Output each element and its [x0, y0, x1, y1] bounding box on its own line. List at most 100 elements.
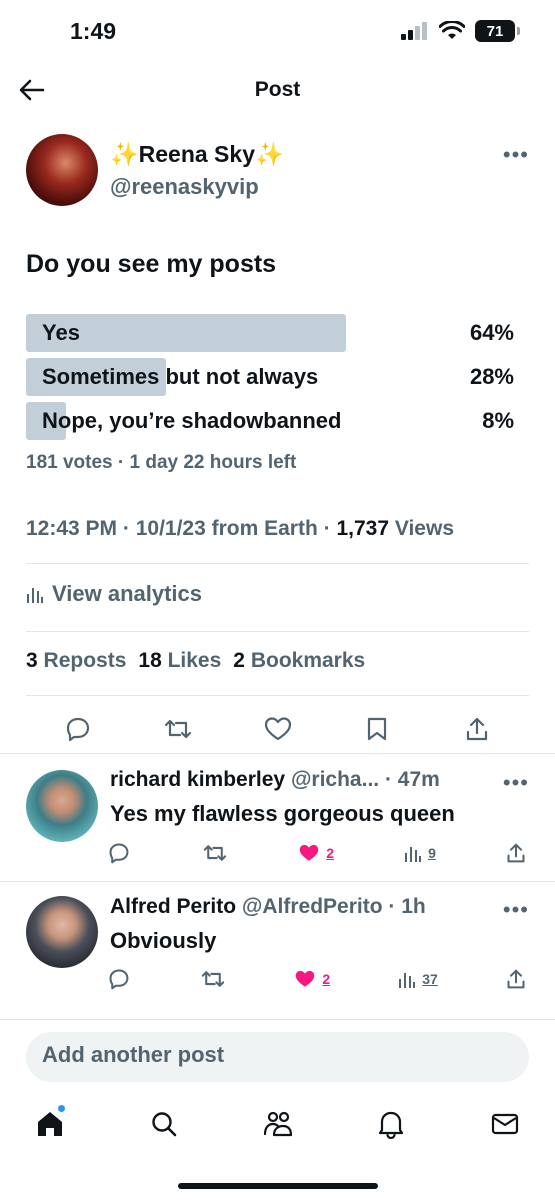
analytics-icon — [405, 847, 422, 862]
home-icon — [38, 1112, 62, 1136]
status-icons: 71 — [401, 20, 520, 42]
reply-text: Obviously — [110, 928, 217, 953]
repost-button[interactable] — [202, 842, 228, 864]
share-icon — [507, 969, 525, 989]
post-text: Do you see my posts — [26, 250, 277, 278]
bottom-tab-bar — [30, 1104, 525, 1144]
mail-icon — [491, 1113, 519, 1135]
tab-search[interactable] — [144, 1104, 184, 1144]
divider — [26, 563, 529, 564]
more-dots-icon[interactable]: ••• — [503, 897, 529, 923]
reposts-count: 3 — [26, 649, 38, 672]
views-button[interactable]: 9 — [404, 844, 436, 862]
poll-option-percent: 28% — [469, 364, 514, 389]
tab-communities[interactable] — [258, 1104, 298, 1144]
post-timestamp: 12:43 PM · 10/1/23 from Earth · 1,737 Vi… — [26, 517, 454, 541]
author-avatar[interactable] — [26, 134, 98, 206]
bookmarks-stat[interactable]: 2 Bookmarks — [233, 649, 365, 673]
post-stats: 3 Reposts 18 Likes 2 Bookmarks — [26, 649, 365, 673]
reposts-stat[interactable]: 3 Reposts — [26, 649, 126, 673]
add-post-input[interactable]: Add another post — [26, 1032, 529, 1082]
reply-action-bar: 2 37 — [108, 968, 530, 990]
more-dots-icon[interactable]: ••• — [503, 142, 529, 168]
battery-icon: 71 — [475, 20, 520, 42]
poll-option: Yes 64% — [26, 314, 514, 352]
bookmark-button[interactable] — [349, 711, 405, 747]
more-dots-icon[interactable]: ••• — [503, 770, 529, 796]
views-count: 37 — [422, 971, 438, 987]
divider — [26, 695, 529, 696]
repost-button[interactable] — [200, 968, 226, 990]
poll-option: Nope, you’re shadowbanned 8% — [26, 402, 514, 440]
poll-option-label: Nope, you’re shadowbanned — [42, 408, 342, 433]
heart-icon — [299, 844, 319, 861]
status-time: 1:49 — [70, 18, 117, 44]
heart-icon — [264, 717, 291, 741]
views-count: 9 — [428, 845, 436, 861]
like-count: 2 — [326, 845, 334, 861]
repost-button[interactable] — [150, 711, 206, 747]
like-count: 2 — [322, 971, 331, 987]
share-button[interactable] — [449, 711, 505, 747]
poll-option-label: Yes — [42, 320, 80, 345]
views-label: Views — [389, 517, 455, 540]
like-button[interactable] — [250, 711, 306, 747]
home-notification-dot — [57, 1104, 66, 1113]
share-button[interactable] — [506, 968, 530, 990]
reply-author-name[interactable]: Alfred Perito — [110, 895, 236, 918]
tab-home[interactable] — [30, 1104, 70, 1144]
home-indicator — [178, 1183, 378, 1189]
bookmarks-count: 2 — [233, 649, 245, 672]
reply-button[interactable] — [108, 842, 132, 864]
divider — [0, 1019, 555, 1020]
reply-icon — [109, 843, 129, 864]
post-action-bar — [50, 711, 505, 747]
divider — [0, 753, 555, 754]
wifi-icon — [439, 21, 465, 39]
search-icon — [152, 1112, 177, 1137]
share-button[interactable] — [506, 842, 530, 864]
views-button[interactable]: 37 — [398, 970, 438, 988]
reply-header: richard kimberley @richa... · 47m — [110, 768, 440, 792]
reply-text: Yes my flawless gorgeous queen — [110, 801, 455, 826]
share-icon — [466, 717, 488, 741]
poll-option-percent: 64% — [469, 320, 514, 345]
author-handle[interactable]: @reenaskyvip — [110, 174, 259, 200]
repost-icon — [164, 719, 191, 739]
reply-button[interactable] — [50, 711, 106, 747]
views-count: 1,737 — [336, 517, 390, 540]
divider — [26, 631, 529, 632]
likes-stat[interactable]: 18 Likes — [138, 649, 221, 673]
repost-icon — [201, 971, 225, 987]
bookmark-icon — [368, 717, 387, 741]
likes-label: Likes — [167, 649, 222, 672]
like-button[interactable]: 2 — [298, 843, 334, 863]
reposts-label: Reposts — [43, 649, 127, 672]
reply-header: Alfred Perito @AlfredPerito · 1h — [110, 895, 426, 919]
poll-option: Sometimes but not always 28% — [26, 358, 514, 396]
timestamp-text: 12:43 PM · 10/1/23 from Earth · — [26, 517, 337, 540]
reply-icon — [66, 717, 90, 742]
header-title: Post — [254, 78, 301, 101]
reply-meta: @AlfredPerito · 1h — [241, 895, 426, 918]
reply-button[interactable] — [108, 968, 132, 990]
view-analytics-link[interactable]: View analytics — [26, 581, 202, 607]
bell-icon — [379, 1111, 404, 1139]
poll-option-label: Sometimes but not always — [42, 364, 319, 389]
reply-avatar[interactable] — [26, 896, 98, 968]
divider — [0, 881, 555, 882]
tab-messages[interactable] — [485, 1104, 525, 1144]
share-icon — [507, 843, 525, 863]
reply-icon — [109, 969, 129, 990]
tab-notifications[interactable] — [371, 1104, 411, 1144]
analytics-icon — [27, 588, 43, 603]
reply-avatar[interactable] — [26, 770, 98, 842]
analytics-icon — [399, 973, 416, 988]
heart-icon — [296, 970, 315, 987]
signal-icon — [401, 22, 427, 40]
like-button[interactable]: 2 — [294, 969, 330, 989]
bookmarks-label: Bookmarks — [250, 649, 366, 672]
reply-author-name[interactable]: richard kimberley — [110, 768, 285, 791]
author-name[interactable]: ✨Reena Sky✨ — [110, 141, 284, 168]
reply-meta: @richa... · 47m — [290, 768, 440, 791]
